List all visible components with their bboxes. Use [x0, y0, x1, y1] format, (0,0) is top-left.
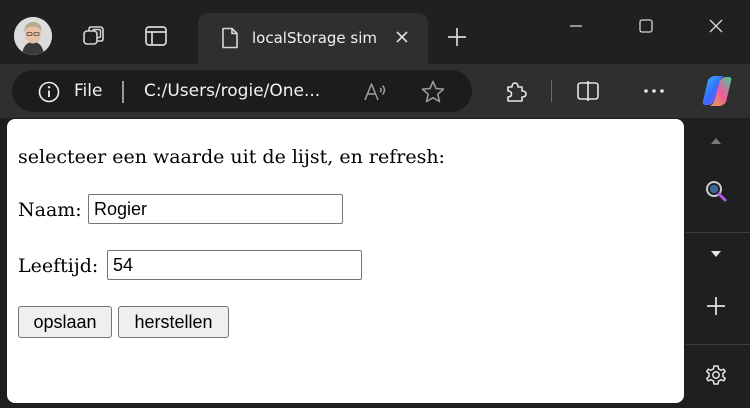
more-button[interactable]	[640, 77, 668, 105]
browser-window: localStorage sim File C:/Users/rogie/One…	[0, 0, 750, 408]
split-screen-icon	[577, 81, 599, 101]
restore-button[interactable]: herstellen	[118, 306, 229, 338]
plus-icon	[448, 28, 466, 46]
plus-icon	[707, 297, 725, 315]
address-scheme: File	[74, 81, 103, 101]
sidebar-divider	[686, 232, 750, 233]
name-input[interactable]	[88, 194, 343, 224]
sidebar-scroll-down[interactable]	[702, 240, 730, 268]
age-label: Leeftijd:	[18, 255, 99, 277]
extensions-button[interactable]	[502, 77, 530, 105]
tab-actions-icon[interactable]	[142, 22, 170, 50]
split-screen-button[interactable]	[574, 77, 602, 105]
new-tab-button[interactable]	[444, 24, 470, 50]
tab-active[interactable]: localStorage sim	[198, 13, 428, 64]
workspaces-icon[interactable]	[80, 22, 108, 50]
age-input[interactable]	[107, 250, 362, 280]
address-divider	[122, 81, 124, 103]
minimize-icon	[570, 25, 582, 27]
profile-avatar[interactable]	[14, 17, 52, 55]
page-viewport: selecteer een waarde uit de lijst, en re…	[7, 119, 684, 403]
window-close-button[interactable]	[696, 12, 736, 40]
intro-text: selecteer een waarde uit de lijst, en re…	[18, 146, 445, 168]
more-icon	[644, 89, 664, 93]
sidebar-add[interactable]	[702, 292, 730, 320]
toolbar: File C:/Users/rogie/One...	[0, 64, 750, 118]
sidebar-settings[interactable]	[702, 361, 730, 389]
star-icon[interactable]	[420, 79, 446, 105]
puzzle-icon	[507, 82, 527, 102]
title-bar: localStorage sim	[0, 0, 750, 64]
chevron-up-icon	[711, 138, 721, 144]
search-icon	[706, 181, 727, 202]
document-icon	[220, 27, 240, 49]
close-icon[interactable]	[392, 27, 412, 47]
gear-icon	[706, 365, 726, 385]
sidebar-divider	[686, 344, 750, 345]
info-icon[interactable]	[38, 81, 60, 103]
tab-title: localStorage sim	[252, 29, 378, 47]
close-icon	[709, 19, 723, 33]
edge-sidebar	[686, 119, 750, 408]
save-button[interactable]: opslaan	[18, 306, 112, 338]
read-aloud-icon[interactable]	[362, 80, 388, 104]
maximize-icon	[639, 19, 653, 33]
sidebar-search[interactable]	[702, 177, 730, 205]
copilot-icon[interactable]	[698, 72, 736, 110]
chevron-down-icon	[711, 251, 721, 257]
sidebar-scroll-up[interactable]	[702, 127, 730, 155]
address-url[interactable]: C:/Users/rogie/One...	[144, 81, 320, 101]
address-bar[interactable]: File C:/Users/rogie/One...	[12, 70, 472, 112]
minimize-button[interactable]	[556, 12, 596, 40]
toolbar-divider	[551, 80, 552, 102]
maximize-button[interactable]	[626, 12, 666, 40]
name-label: Naam:	[18, 199, 82, 221]
